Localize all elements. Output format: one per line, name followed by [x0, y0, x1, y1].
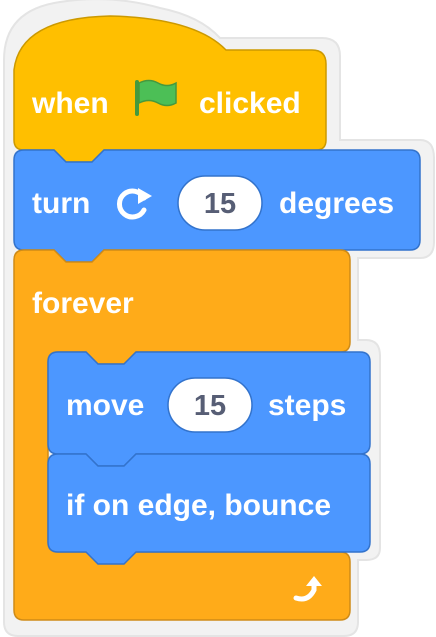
move-suffix-text: steps	[268, 389, 346, 422]
bounce-label-text: if on edge, bounce	[66, 489, 331, 522]
move-steps-input[interactable]: 15	[167, 377, 253, 433]
turn-prefix-text: turn	[32, 187, 90, 220]
move-steps-block[interactable]: move 15 steps	[47, 351, 371, 467]
forever-label-text: forever	[32, 287, 134, 320]
turn-degrees-value: 15	[204, 188, 236, 220]
hat-suffix-text: clicked	[199, 87, 301, 120]
turn-degrees-block[interactable]: turn 15 degrees	[13, 149, 421, 263]
move-prefix-text: move	[66, 389, 144, 422]
bounce-block[interactable]: if on edge, bounce	[47, 453, 371, 565]
hat-prefix-text: when	[31, 87, 109, 120]
turn-suffix-text: degrees	[279, 187, 394, 220]
script-canvas: when clicked turn 15 degrees forever mov	[3, 0, 435, 637]
move-steps-value: 15	[194, 390, 226, 422]
turn-degrees-input[interactable]: 15	[177, 175, 263, 231]
